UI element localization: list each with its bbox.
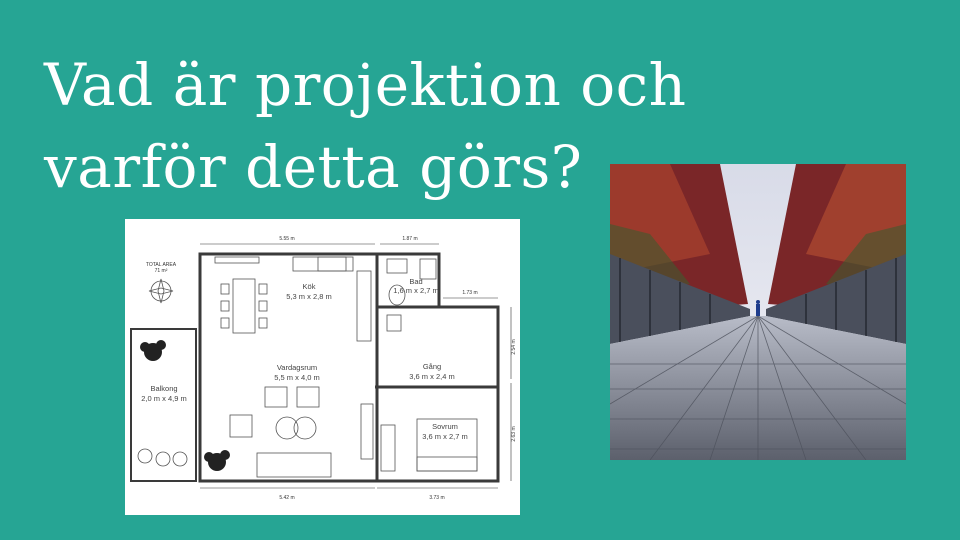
dim-top-right: 1.87 m	[402, 236, 417, 242]
balcony-outline	[130, 328, 197, 482]
living-room-furniture	[229, 386, 374, 478]
floor-plan-image: TOTAL AREA 71 m² 5.55 m 1.87 m 1.73 m 2.…	[125, 219, 520, 515]
room-label-bathroom: Bad	[409, 277, 422, 286]
room-size-bedroom: 3,6 m x 2,7 m	[422, 432, 467, 441]
room-size-kitchen: 5,3 m x 2,8 m	[286, 292, 331, 301]
dimension-lines	[200, 243, 512, 489]
bathroom-fixtures	[386, 258, 437, 332]
walkway-photo	[610, 164, 906, 460]
room-label-hall: Gång	[423, 362, 441, 371]
slide-title: Vad är projektion och varför detta görs?	[44, 44, 687, 208]
title-line-2: varför detta görs?	[44, 133, 583, 201]
room-label-living: Vardagsrum	[277, 363, 317, 372]
dim-bottom-right: 3.73 m	[429, 495, 444, 501]
dim-right-lower: 2.63 m	[511, 426, 517, 441]
compass-icon	[148, 278, 174, 304]
bedroom-furniture	[380, 418, 478, 472]
dim-right-upper: 2.54 m	[511, 339, 517, 354]
room-label-bedroom: Sovrum	[432, 422, 458, 431]
room-size-bathroom: 1,6 m x 2,7 m	[393, 286, 438, 295]
room-size-balcony: 2,0 m x 4,9 m	[141, 394, 186, 403]
balcony-furniture	[137, 448, 188, 467]
total-area-value: 71 m²	[155, 268, 168, 274]
room-size-living: 5,5 m x 4,0 m	[274, 373, 319, 382]
dim-top-left: 5.55 m	[279, 236, 294, 242]
dim-right-small: 1.73 m	[462, 290, 477, 296]
plant-icon	[140, 340, 230, 471]
person-figure	[756, 304, 760, 316]
room-label-balcony: Balkong	[150, 384, 177, 393]
dim-bottom-left: 5.42 m	[279, 495, 294, 501]
title-line-1: Vad är projektion och	[44, 51, 687, 119]
room-label-kitchen: Kök	[303, 282, 316, 291]
room-size-hall: 3,6 m x 2,4 m	[409, 372, 454, 381]
walls	[198, 252, 500, 483]
